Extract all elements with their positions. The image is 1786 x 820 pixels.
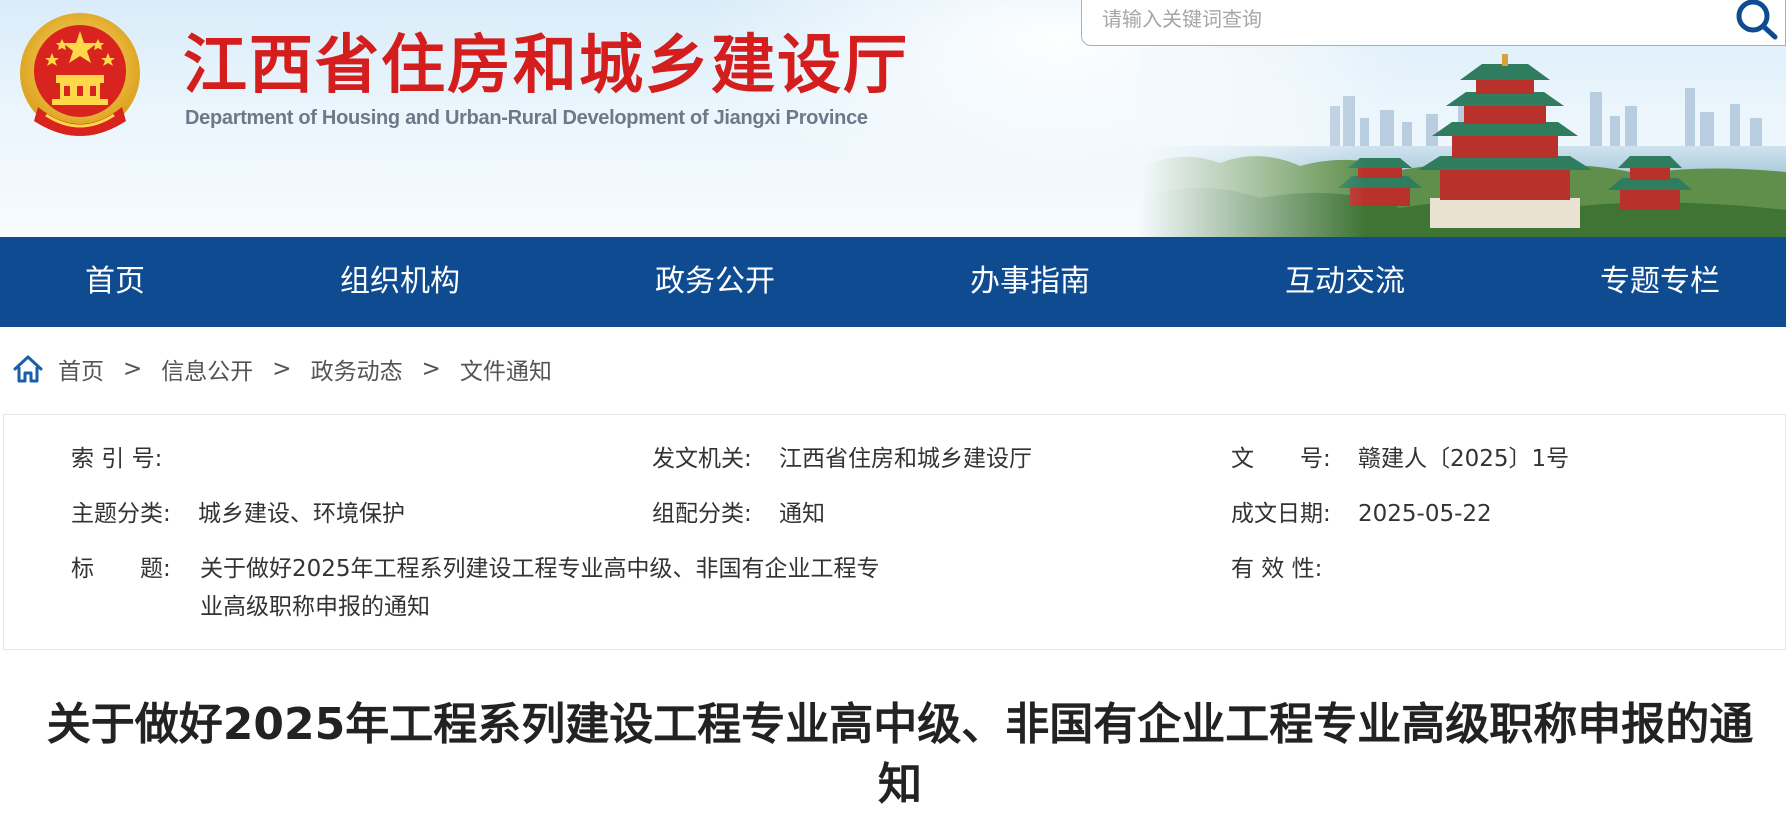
nav-item-special-topics[interactable]: 专题专栏 <box>1600 237 1720 327</box>
site-subtitle: Department of Housing and Urban-Rural De… <box>185 107 868 129</box>
issuer-field: 发文机关: 江西省住房和城乡建设厅 <box>652 440 1032 478</box>
document-info-table: 索 引 号: 发文机关: 江西省住房和城乡建设厅 文 号: 赣建人〔2025〕1号 … <box>3 414 1786 650</box>
breadcrumb: 首页 > 信息公开 > 政务动态 > 文件通知 <box>12 349 552 389</box>
breadcrumb-separator: > <box>421 356 441 382</box>
doc-no-field: 文 号: 赣建人〔2025〕1号 <box>1231 440 1569 478</box>
nav-item-home[interactable]: 首页 <box>85 237 145 327</box>
search-icon[interactable] <box>1733 0 1779 41</box>
title-value: 关于做好2025年工程系列建设工程专业高中级、非国有企业工程专业高级职称申报的通… <box>200 556 880 620</box>
validity-label: 有 效 性: <box>1231 556 1323 582</box>
title-field-label-wrap: 标 题: <box>71 550 171 588</box>
category-value: 通知 <box>779 501 825 527</box>
header-banner: 江西省住房和城乡建设厅 Department of Housing and Ur… <box>0 0 1786 237</box>
doc-no-value: 赣建人〔2025〕1号 <box>1358 446 1570 472</box>
validity-field: 有 效 性: <box>1231 550 1322 588</box>
title-label: 标 题: <box>71 556 171 582</box>
search-input[interactable] <box>1102 1 1702 37</box>
breadcrumb-government-news[interactable]: 政务动态 <box>311 352 403 386</box>
pavilion-scenery-image <box>1140 48 1786 237</box>
nav-item-government-affairs[interactable]: 政务公开 <box>655 237 775 327</box>
category-field: 组配分类: 通知 <box>652 495 825 533</box>
topic-value: 城乡建设、环境保护 <box>198 501 405 527</box>
home-icon[interactable] <box>12 353 44 385</box>
date-label: 成文日期: <box>1231 501 1331 527</box>
main-nav: 首页 组织机构 政务公开 办事指南 互动交流 专题专栏 <box>0 237 1786 327</box>
article-title: 关于做好2025年工程系列建设工程专业高中级、非国有企业工程专业高级职称申报的通… <box>46 699 1754 810</box>
national-emblem-icon <box>20 13 140 136</box>
issuer-value: 江西省住房和城乡建设厅 <box>779 446 1032 472</box>
date-field: 成文日期: 2025-05-22 <box>1231 495 1492 533</box>
breadcrumb-info-disclosure[interactable]: 信息公开 <box>161 352 253 386</box>
nav-item-interaction[interactable]: 互动交流 <box>1285 237 1405 327</box>
breadcrumb-separator: > <box>123 356 143 382</box>
index-no-field: 索 引 号: <box>71 440 162 478</box>
date-value: 2025-05-22 <box>1358 501 1492 527</box>
breadcrumb-separator: > <box>272 356 292 382</box>
doc-no-label: 文 号: <box>1231 446 1331 472</box>
breadcrumb-home[interactable]: 首页 <box>58 352 104 386</box>
category-label: 组配分类: <box>652 501 752 527</box>
topic-field: 主题分类: 城乡建设、环境保护 <box>71 495 405 533</box>
site-title: 江西省住房和城乡建设厅 <box>183 28 909 103</box>
search-box <box>1081 0 1786 46</box>
nav-item-organization[interactable]: 组织机构 <box>340 237 460 327</box>
issuer-label: 发文机关: <box>652 446 752 472</box>
nav-item-service-guide[interactable]: 办事指南 <box>970 237 1090 327</box>
index-no-label: 索 引 号: <box>71 446 163 472</box>
breadcrumb-file-notices[interactable]: 文件通知 <box>460 352 552 386</box>
topic-label: 主题分类: <box>71 501 171 527</box>
